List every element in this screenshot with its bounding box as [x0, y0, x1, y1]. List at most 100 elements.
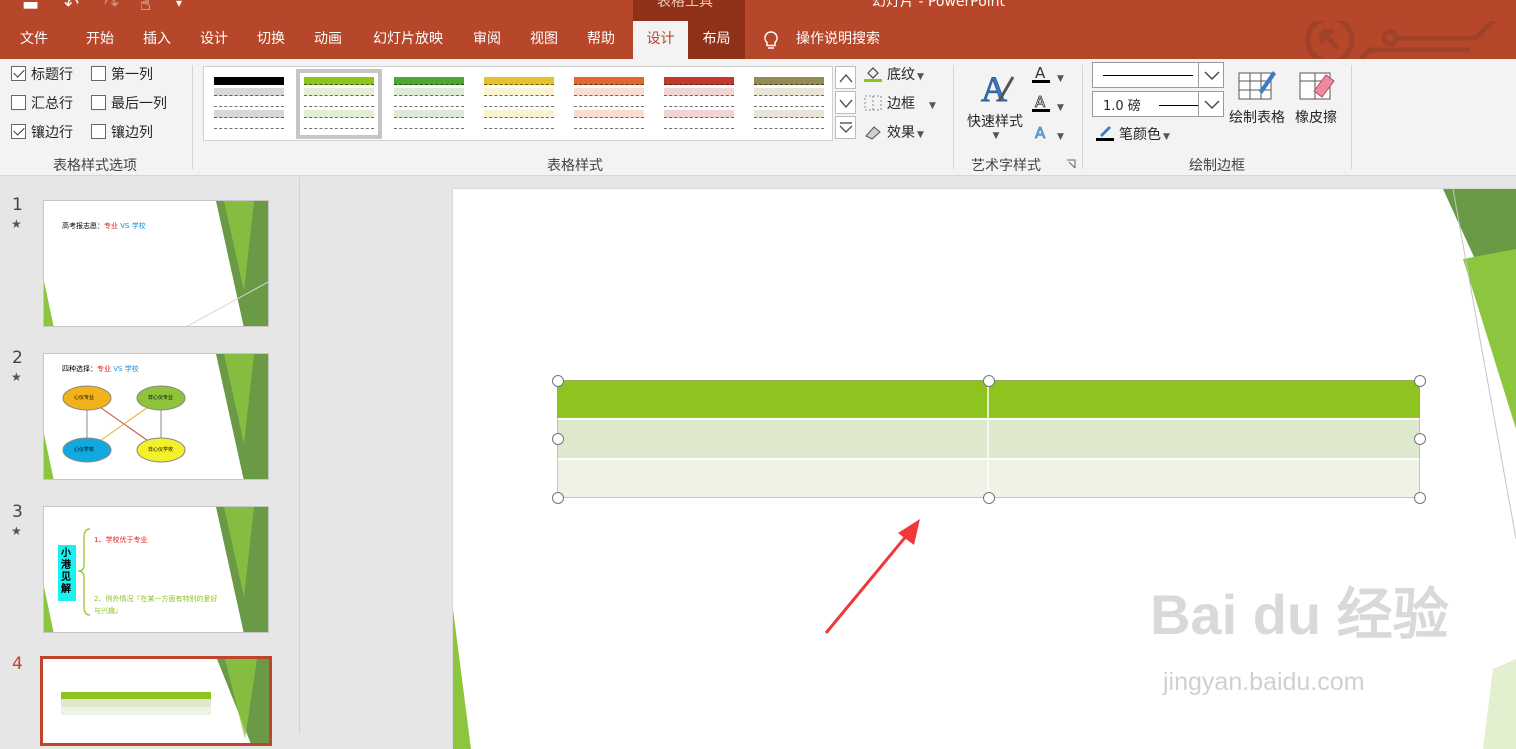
tab-review[interactable]: 审阅	[460, 21, 514, 59]
tell-me-label: 操作说明搜索	[796, 31, 880, 47]
borders-button[interactable]: 边框 ▼	[864, 93, 936, 115]
text-outline-button[interactable]: A ▼	[1032, 93, 1064, 115]
slide-thumbnail-2[interactable]: 四种选择：专业 VS 学校 心仪专业 非心仪专业 心仪学校 非心仪学校	[43, 353, 269, 480]
tab-home[interactable]: 开始	[72, 21, 128, 59]
shading-button[interactable]: 底纹 ▼	[864, 64, 924, 86]
table-style-swatch[interactable]	[754, 77, 824, 131]
text-fill-button[interactable]: A ▼	[1032, 64, 1064, 86]
last-column-checkbox[interactable]: 最后一列	[91, 95, 167, 115]
eraser-label: 橡皮擦	[1295, 110, 1337, 126]
table-style-swatch[interactable]	[214, 77, 284, 131]
resize-handle-right[interactable]	[1414, 433, 1426, 445]
tab-transitions[interactable]: 切换	[243, 21, 299, 59]
pen-weight-line-preview	[1159, 105, 1199, 106]
gallery-scroll-up[interactable]	[835, 66, 856, 89]
gallery-more[interactable]	[835, 116, 856, 139]
resize-handle-top[interactable]	[983, 375, 995, 387]
redo-icon[interactable]: ↷	[104, 0, 119, 15]
swatch-row	[664, 77, 734, 85]
table-style-swatch[interactable]	[484, 77, 554, 131]
tab-design[interactable]: 设计	[186, 21, 242, 59]
banded-rows-checkbox[interactable]: 镶边行	[11, 124, 73, 144]
table-style-swatch[interactable]	[574, 77, 644, 131]
dropdown-caret-icon: ▼	[1057, 132, 1064, 142]
pen-style-dropdown[interactable]	[1198, 62, 1224, 88]
table-style-swatch[interactable]	[394, 77, 464, 131]
chevron-down-icon	[1204, 100, 1220, 109]
customize-qat-icon[interactable]: ▾	[176, 0, 182, 10]
tab-slideshow[interactable]: 幻灯片放映	[360, 21, 456, 59]
swatch-row	[214, 121, 284, 129]
undo-icon[interactable]: ↶	[64, 0, 79, 15]
table-style-swatch[interactable]	[664, 77, 734, 131]
total-row-checkbox[interactable]: 汇总行	[11, 95, 73, 115]
dropdown-caret-icon: ▼	[992, 131, 1000, 141]
swatch-row	[484, 110, 554, 118]
point-1: 1、学校优于专业	[94, 536, 148, 544]
swatch-row	[304, 121, 374, 129]
first-column-checkbox[interactable]: 第一列	[91, 66, 153, 86]
swatch-row	[574, 77, 644, 85]
resize-handle-top-left[interactable]	[552, 375, 564, 387]
effects-button[interactable]: 效果 ▼	[864, 122, 924, 144]
pen-color-button[interactable]: 笔颜色 ▼	[1096, 122, 1170, 144]
slide-thumbnail-3[interactable]: 小港见解 1、学校优于专业 2、例外情况『在某一方面有特别的爱好与兴趣』	[43, 506, 269, 633]
checkbox-unchecked	[91, 66, 106, 81]
dropdown-caret-icon: ▼	[1057, 103, 1064, 113]
resize-handle-bottom[interactable]	[983, 492, 995, 504]
swatch-row	[304, 99, 374, 107]
text-effects-icon: A	[1035, 124, 1047, 142]
quick-styles-button[interactable]: A 快速样式 ▼	[960, 67, 1030, 147]
annotation-arrow-icon	[824, 519, 920, 634]
slide-number: 4	[12, 654, 23, 674]
slide-title: 高考报志愿：专业 VS 学校	[62, 222, 146, 230]
baidu-watermark-url: jingyan.baidu.com	[1163, 668, 1365, 696]
swatch-row	[304, 110, 374, 118]
svg-text:A: A	[1035, 124, 1046, 142]
tab-view[interactable]: 视图	[517, 21, 571, 59]
tab-help[interactable]: 帮助	[574, 21, 628, 59]
tab-file[interactable]: 文件	[6, 21, 62, 59]
ribbon: 标题行 第一列 汇总行 最后一列 镶边行 镶边列 表格样式选项 底纹 ▼ 边框 ▼ …	[0, 59, 1516, 176]
pen-weight-select[interactable]: 1.0 磅	[1092, 91, 1214, 117]
slide-thumbnail-1[interactable]: 高考报志愿：专业 VS 学校	[43, 200, 269, 327]
dialog-launcher-icon[interactable]	[1066, 159, 1076, 169]
tab-table-design[interactable]: 设计	[633, 21, 688, 59]
dropdown-caret-icon: ▼	[1163, 132, 1170, 142]
text-effects-button[interactable]: A ▼	[1032, 122, 1064, 144]
dropdown-caret-icon: ▼	[917, 130, 924, 140]
dropdown-caret-icon: ▼	[1057, 74, 1064, 84]
resize-handle-bottom-right[interactable]	[1414, 492, 1426, 504]
draw-table-button[interactable]: 绘制表格	[1226, 67, 1288, 127]
pen-style-select[interactable]	[1092, 62, 1214, 88]
resize-handle-bottom-left[interactable]	[552, 492, 564, 504]
slide-table[interactable]	[557, 380, 1420, 498]
tab-table-layout[interactable]: 布局	[688, 21, 745, 59]
checkbox-label: 第一列	[111, 67, 153, 83]
document-title: 幻灯片 - PowerPoint	[872, 0, 1006, 10]
paint-bucket-icon	[864, 67, 882, 82]
draw-table-label: 绘制表格	[1229, 110, 1285, 126]
tab-animations[interactable]: 动画	[300, 21, 356, 59]
chevron-down-icon	[1204, 71, 1220, 80]
resize-handle-left[interactable]	[552, 433, 564, 445]
animation-star-icon: ★	[11, 370, 22, 384]
save-icon[interactable]: ▬	[22, 0, 39, 15]
table-style-swatch[interactable]	[296, 69, 382, 139]
tab-insert[interactable]: 插入	[129, 21, 185, 59]
swatch-row	[664, 99, 734, 107]
draw-table-icon	[1238, 71, 1276, 100]
checkbox-label: 汇总行	[31, 96, 73, 112]
title-bar: ▬ ↶ ↷ ☝ ▾ 表格工具 幻灯片 - PowerPoint	[0, 0, 1516, 21]
resize-handle-top-right[interactable]	[1414, 375, 1426, 387]
gallery-scroll-down[interactable]	[835, 91, 856, 114]
tell-me-search[interactable]: 操作说明搜索	[762, 21, 880, 59]
touch-mode-icon[interactable]: ☝	[140, 0, 151, 15]
pen-weight-dropdown[interactable]	[1198, 91, 1224, 117]
swatch-row	[394, 121, 464, 129]
eraser-button[interactable]: 橡皮擦	[1292, 67, 1340, 127]
swatch-row	[394, 77, 464, 85]
header-row-checkbox[interactable]: 标题行	[11, 66, 73, 86]
wordart-a-icon: A	[981, 69, 1015, 110]
banded-columns-checkbox[interactable]: 镶边列	[91, 124, 153, 144]
